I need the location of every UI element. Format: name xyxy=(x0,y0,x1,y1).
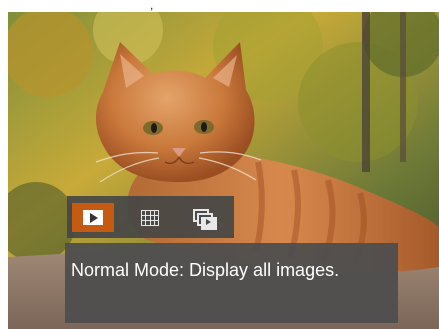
grid-icon xyxy=(141,209,159,226)
normal-mode-button[interactable] xyxy=(72,203,114,232)
play-icon xyxy=(83,210,103,225)
top-comma-text: , xyxy=(150,0,154,12)
thumbnail-mode-button[interactable] xyxy=(129,203,171,232)
mode-description-text: Normal Mode: Display all images. xyxy=(71,260,340,280)
slideshow-mode-button[interactable] xyxy=(183,203,225,232)
camera-screen: Normal Mode: Display all images. xyxy=(8,12,439,329)
playback-mode-bar xyxy=(67,196,234,238)
mode-description-panel: Normal Mode: Display all images. xyxy=(65,243,398,323)
slideshow-icon xyxy=(193,208,217,230)
